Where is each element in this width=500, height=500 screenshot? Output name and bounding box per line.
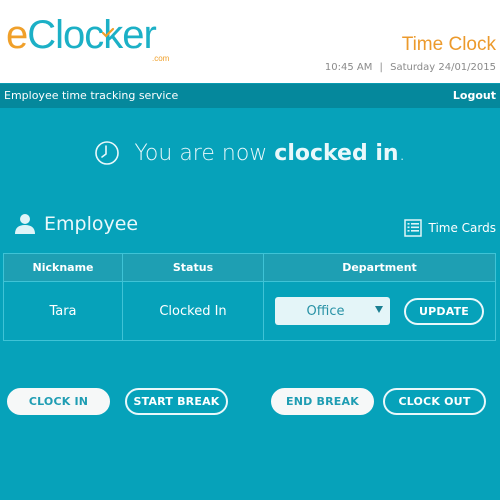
time-cards-link[interactable]: Time Cards [404,219,496,237]
time-cards-label: Time Cards [428,221,496,235]
status-suffix: . [398,140,406,166]
current-date: Saturday 24/01/2015 [390,62,496,73]
logout-link[interactable]: Logout [453,89,496,102]
clock-out-button[interactable]: CLOCK OUT [383,388,486,415]
logo-clock-hands-icon [101,27,115,38]
logo-dotcom: .com [152,54,170,63]
clock-in-button[interactable]: CLOCK IN [7,388,110,415]
department-selected-value: Office [306,303,345,319]
status-banner: You are now clocked in. [0,140,500,176]
clock-icon [95,141,120,165]
status-prefix: You are now [134,140,275,166]
datetime: 10:45 AM | Saturday 24/01/2015 [325,62,496,73]
status-message: You are now clocked in. [134,141,405,166]
cell-department: Office UPDATE [263,281,496,341]
tagline: Employee time tracking service [4,89,179,102]
table-row: Tara Clocked In Office UPDATE [3,281,496,341]
current-time: 10:45 AM [324,62,373,73]
dropdown-arrow-icon [375,306,383,313]
department-select[interactable]: Office [275,297,390,325]
section-title-text: Employee [44,213,139,235]
employee-section-title: Employee [14,213,138,235]
logo-text: Clocker [27,13,157,57]
table-header-row: Nickname Status Department [3,253,496,282]
cell-nickname: Tara [3,281,123,341]
user-icon [15,214,35,234]
update-button[interactable]: UPDATE [404,297,484,325]
column-header-department: Department [263,253,496,282]
column-header-nickname: Nickname [3,253,123,282]
top-header: eClocker .com Time Clock 10:45 AM | Satu… [0,0,500,83]
status-emphasis: clocked in [274,140,399,166]
datetime-separator: | [379,62,383,73]
list-icon [404,219,423,237]
navbar: Employee time tracking service Logout [0,83,500,108]
employee-table: Nickname Status Department Tara Clocked … [3,253,496,341]
app-title: Time Clock [401,34,496,55]
end-break-button[interactable]: END BREAK [271,388,374,415]
logo-e: e [6,13,28,57]
eclocker-logo[interactable]: eClocker .com [6,13,169,63]
cell-status: Clocked In [122,281,264,341]
column-header-status: Status [122,253,264,282]
start-break-button[interactable]: START BREAK [125,388,228,415]
